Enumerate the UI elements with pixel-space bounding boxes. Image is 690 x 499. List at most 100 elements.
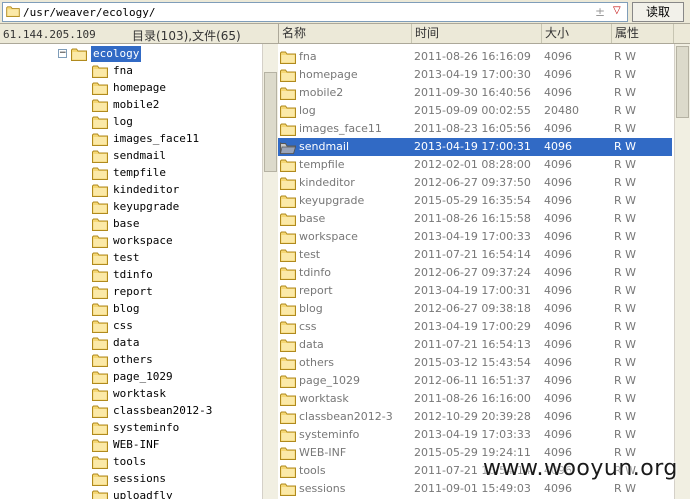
table-row[interactable]: base 2011-08-26 16:15:58 4096 R W <box>278 210 672 228</box>
collapse-icon[interactable]: − <box>58 49 67 58</box>
file-time: 2011-07-21 16:54:14 <box>414 248 531 261</box>
table-row[interactable]: report 2013-04-19 17:00:31 4096 R W <box>278 282 672 300</box>
path-input[interactable]: /usr/weaver/ecology/ ± ▽ <box>2 2 628 22</box>
table-row[interactable]: sessions 2011-09-01 15:49:03 4096 R W <box>278 480 672 498</box>
file-name: others <box>299 356 335 369</box>
folder-icon <box>92 303 108 316</box>
folder-icon <box>92 371 108 384</box>
tree-node-label: mobile2 <box>113 98 160 111</box>
table-row[interactable]: others 2015-03-12 15:43:54 4096 R W <box>278 354 672 372</box>
file-size: 4096 <box>544 248 572 261</box>
tree-node-label: fna <box>113 64 133 77</box>
chevron-down-icon[interactable]: ▽ <box>613 5 621 16</box>
tree-scrollbar-thumb[interactable] <box>264 72 277 172</box>
file-name: keyupgrade <box>299 194 365 207</box>
folder-icon <box>92 184 108 197</box>
file-name: blog <box>299 302 323 315</box>
read-button[interactable]: 读取 <box>632 2 684 22</box>
column-attr[interactable]: 属性 <box>612 24 674 43</box>
file-size: 4096 <box>544 266 572 279</box>
file-attr: R W <box>614 176 637 189</box>
file-time: 2011-08-26 16:16:00 <box>414 392 531 405</box>
tree-node-label: systeminfo <box>113 421 180 434</box>
file-size: 4096 <box>544 356 572 369</box>
table-row[interactable]: test 2011-07-21 16:54:14 4096 R W <box>278 246 672 264</box>
file-attr: R W <box>614 230 637 243</box>
column-time[interactable]: 时间 <box>412 24 542 43</box>
table-row[interactable]: fna 2011-08-26 16:16:09 4096 R W <box>278 48 672 66</box>
tree-node-label: report <box>113 285 153 298</box>
list-scrollbar[interactable] <box>674 44 690 499</box>
folder-icon <box>280 339 296 352</box>
tree-scrollbar[interactable] <box>262 44 278 499</box>
file-time: 2012-10-29 20:39:28 <box>414 410 531 423</box>
tree-node-label: base <box>113 217 140 230</box>
file-attr: R W <box>614 392 637 405</box>
tree-node-label: log <box>113 115 133 128</box>
tree-node-label: css <box>113 319 133 332</box>
table-row[interactable]: page_1029 2012-06-11 16:51:37 4096 R W <box>278 372 672 390</box>
list-scrollbar-thumb[interactable] <box>676 46 689 118</box>
table-row[interactable]: sendmail 2013-04-19 17:00:31 4096 R W <box>278 138 672 156</box>
tree-node-label: kindeditor <box>113 183 180 196</box>
folder-icon <box>71 48 87 61</box>
status-bar: 61.144.205.109 目录(103),文件(65) <box>0 24 278 44</box>
file-attr: R W <box>614 122 637 135</box>
file-time: 2013-04-19 17:00:30 <box>414 68 531 81</box>
file-size: 4096 <box>544 158 572 171</box>
file-attr: R W <box>614 266 637 279</box>
table-row[interactable]: kindeditor 2012-06-27 09:37:50 4096 R W <box>278 174 672 192</box>
column-name[interactable]: 名称 <box>279 24 412 43</box>
file-size: 4096 <box>544 482 572 495</box>
table-row[interactable]: homepage 2013-04-19 17:00:30 4096 R W <box>278 66 672 84</box>
file-size: 4096 <box>544 194 572 207</box>
tree-node-label: blog <box>113 302 140 315</box>
tree-node-label: workspace <box>113 234 173 247</box>
tree-node-label: test <box>113 251 140 264</box>
table-row[interactable]: tempfile 2012-02-01 08:28:00 4096 R W <box>278 156 672 174</box>
file-size: 4096 <box>544 392 572 405</box>
folder-icon <box>92 354 108 367</box>
folder-icon <box>280 411 296 424</box>
file-size: 4096 <box>544 428 572 441</box>
table-row[interactable]: classbean2012-3 2012-10-29 20:39:28 4096 R … <box>278 408 672 426</box>
folder-icon <box>92 405 108 418</box>
tree-node-label: classbean2012-3 <box>113 404 213 417</box>
folder-icon <box>280 141 296 154</box>
file-size: 4096 <box>544 284 572 297</box>
tree-node-label: sendmail <box>113 149 166 162</box>
table-row[interactable]: log 2015-09-09 00:02:55 20480 R W <box>278 102 672 120</box>
file-size: 20480 <box>544 104 579 117</box>
folder-icon <box>280 69 296 82</box>
table-row[interactable]: mobile2 2011-09-30 16:40:56 4096 R W <box>278 84 672 102</box>
table-row[interactable]: images_face11 2011-08-23 16:05:56 4096 R W <box>278 120 672 138</box>
file-attr: R W <box>614 104 637 117</box>
column-size[interactable]: 大小 <box>542 24 612 43</box>
table-row[interactable]: data 2011-07-21 16:54:13 4096 R W <box>278 336 672 354</box>
table-row[interactable]: blog 2012-06-27 09:38:18 4096 R W <box>278 300 672 318</box>
plus-minus-icon[interactable]: ± <box>595 5 605 19</box>
item-counts: 目录(103),文件(65) <box>132 29 241 43</box>
tree-node-label: homepage <box>113 81 166 94</box>
file-time: 2013-04-19 17:00:33 <box>414 230 531 243</box>
file-time: 2012-06-27 09:37:50 <box>414 176 531 189</box>
table-row[interactable]: css 2013-04-19 17:00:29 4096 R W <box>278 318 672 336</box>
table-row[interactable]: worktask 2011-08-26 16:16:00 4096 R W <box>278 390 672 408</box>
file-size: 4096 <box>544 410 572 423</box>
table-row[interactable]: tdinfo 2012-06-27 09:37:24 4096 R W <box>278 264 672 282</box>
file-time: 2011-08-26 16:15:58 <box>414 212 531 225</box>
file-attr: R W <box>614 248 637 261</box>
file-time: 2011-09-30 16:40:56 <box>414 86 531 99</box>
file-name: workspace <box>299 230 358 243</box>
tree-node-label: sessions <box>113 472 166 485</box>
file-attr: R W <box>614 140 637 153</box>
table-row[interactable]: workspace 2013-04-19 17:00:33 4096 R W <box>278 228 672 246</box>
table-row[interactable]: systeminfo 2013-04-19 17:03:33 4096 R W <box>278 426 672 444</box>
folder-icon <box>92 286 108 299</box>
file-attr: R W <box>614 320 637 333</box>
file-attr: R W <box>614 284 637 297</box>
file-name: tools <box>299 464 326 477</box>
file-size: 4096 <box>544 374 572 387</box>
folder-icon <box>280 105 296 118</box>
table-row[interactable]: keyupgrade 2015-05-29 16:35:54 4096 R W <box>278 192 672 210</box>
